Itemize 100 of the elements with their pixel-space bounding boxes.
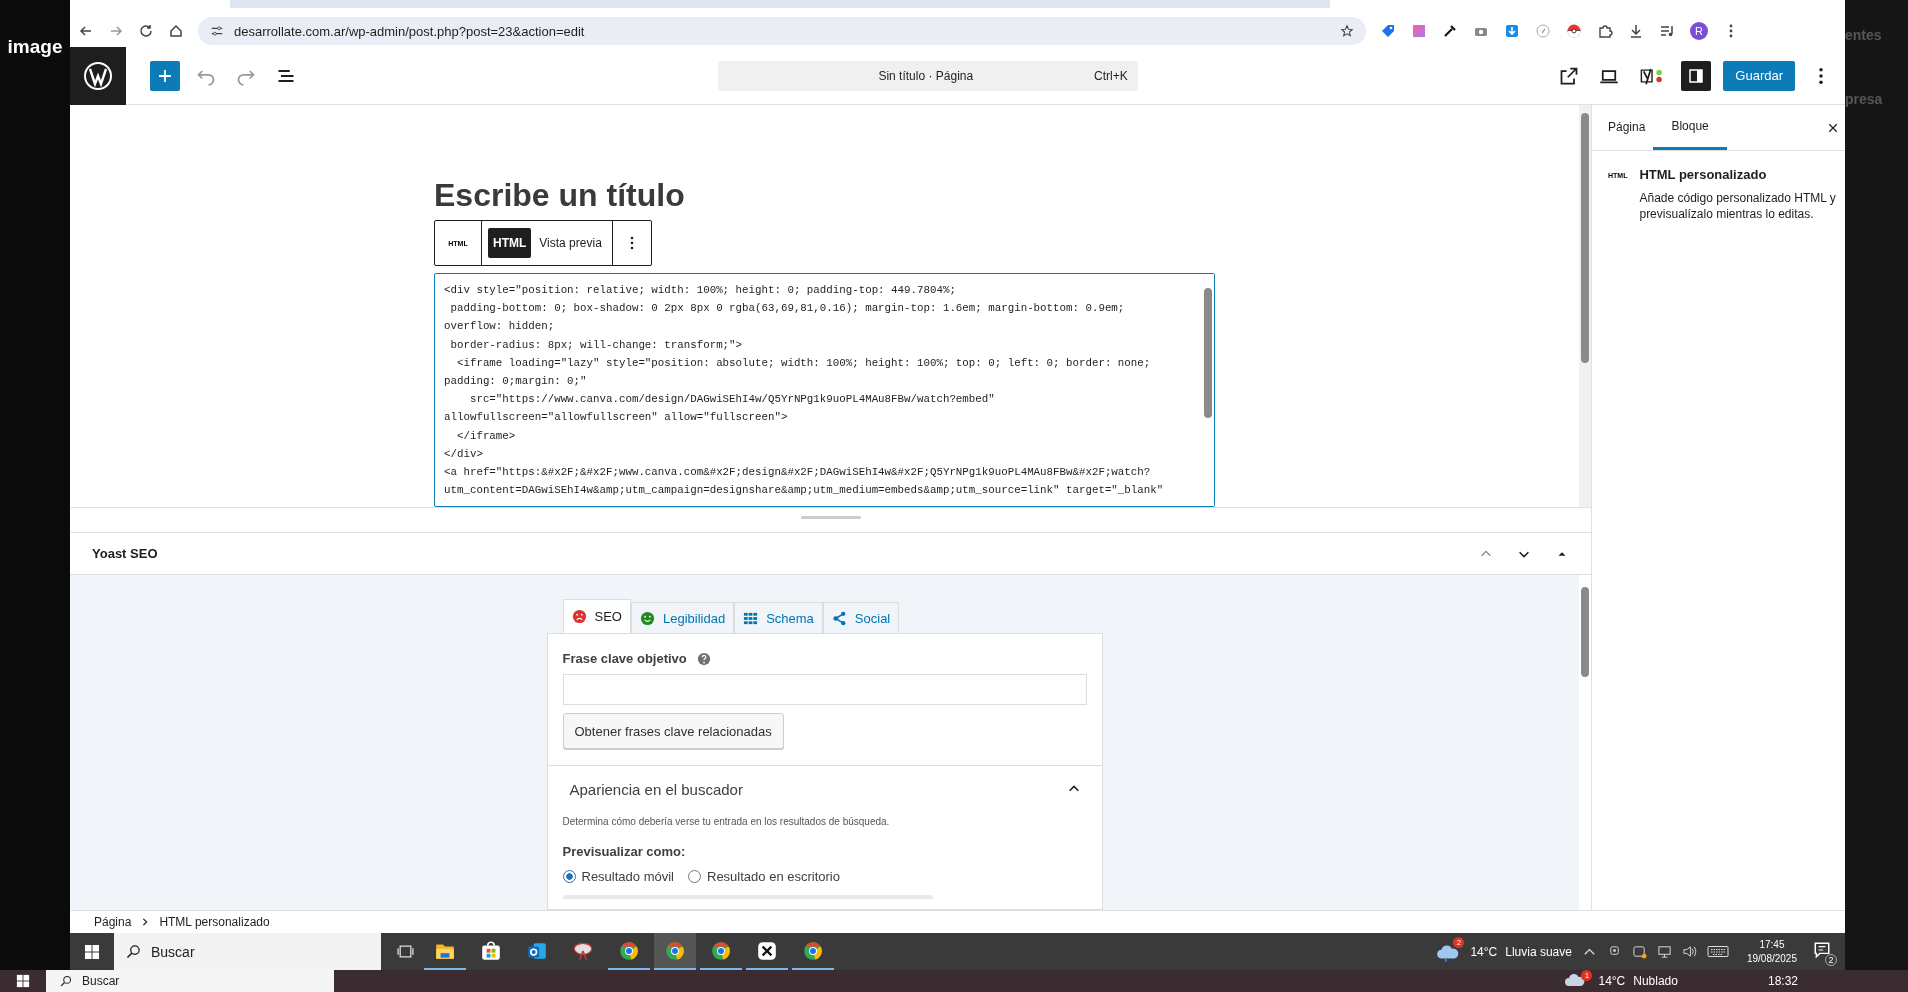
temperature-text: 14°C (1470, 944, 1498, 959)
clock-time[interactable]: 17:45 (1759, 939, 1785, 950)
code-line: allowfullscreen="allowfullscreen" allow="fullscreen"> (444, 410, 789, 426)
sidebar-tab[interactable]: Bloque (1653, 105, 1727, 150)
tag-icon[interactable] (1380, 23, 1396, 39)
panel-title: Yoast SEO (92, 546, 158, 561)
seo-tab[interactable]: Legibilidad (630, 602, 735, 633)
save-button[interactable]: Guardar (1723, 60, 1795, 91)
code-line: utm_content=DAGwiSEhI4w&amp;utm_campaign=designshare&amp;utm_medium=embeds&amp;utm_source=link" target="_blank" (444, 483, 1165, 499)
background-text: presa (1845, 91, 1884, 107)
media-queue-icon[interactable] (1659, 23, 1675, 39)
sidebar-tab[interactable]: Página (1600, 105, 1654, 150)
mode-tab[interactable]: HTML (488, 228, 532, 258)
share-icon (831, 610, 847, 626)
block-title: HTML personalizado (1639, 167, 1768, 182)
code-line: <div style="position: relative; width: 100%; height: 0; padding-top: 449.7804%; (444, 283, 957, 298)
field-label: Previsualizar como: (562, 844, 687, 859)
chevron-right-icon (141, 918, 150, 926)
background-label: image (7, 36, 63, 58)
app-tray-icon[interactable] (1631, 944, 1647, 959)
seo-tab[interactable]: Social (822, 602, 900, 633)
download-box-icon[interactable] (1504, 23, 1520, 39)
network-icon[interactable] (1656, 944, 1672, 959)
code-line: </iframe> (455, 428, 517, 444)
notification-badge: 2 (1453, 936, 1465, 948)
clock-date[interactable]: 19/08/2025 (1746, 953, 1797, 964)
eyedropper-icon[interactable] (1442, 23, 1458, 39)
download-icon[interactable] (1628, 23, 1644, 39)
reload-icon[interactable] (138, 23, 154, 39)
radio-option[interactable]: Resultado móvil (562, 869, 674, 884)
shopping-bag-icon (480, 939, 502, 962)
notification-icon[interactable] (1813, 940, 1831, 959)
star-icon[interactable] (1340, 24, 1354, 38)
scrollbar[interactable] (1202, 274, 1214, 506)
sidebar-icon (1688, 67, 1705, 84)
external-link-icon[interactable] (1559, 65, 1580, 86)
resize-handle[interactable] (800, 516, 861, 519)
cross-logo-icon (756, 939, 778, 962)
notification-count: 2 (1825, 953, 1837, 966)
speaker-icon[interactable] (1681, 944, 1697, 959)
clock-time[interactable]: 18:32 (1767, 974, 1798, 988)
keyphrase-field[interactable] (562, 674, 1087, 705)
title-field[interactable]: Escribe un título (434, 177, 1215, 213)
section-title: Apariencia en el buscador (569, 780, 744, 798)
code-line: <a href="https:&#x2F;&#x2F;www.canva.com&#x2F;design&#x2F;DAGwiSEhI4w&#x2F;Q5YrNPg1k9uoPL4MAu8FBw&#x2F;watch? (444, 465, 1152, 481)
weather-text: Lluvia suave (1505, 944, 1572, 959)
scrollbar[interactable] (1579, 575, 1591, 910)
weather-text: Nublado (1633, 974, 1678, 988)
temperature-text: 14°C (1598, 974, 1626, 988)
browser-icon (710, 939, 732, 962)
code-line: padding: 0;margin: 0;" (444, 374, 588, 389)
add-block-button[interactable] (150, 60, 180, 91)
mode-tab[interactable]: Vista previa (535, 228, 606, 258)
home-icon[interactable] (168, 23, 184, 39)
gradient-square-icon[interactable] (1411, 23, 1427, 39)
keyboard-icon[interactable] (1706, 944, 1729, 959)
close-icon[interactable] (1827, 121, 1839, 134)
smiley-icon (639, 610, 655, 626)
notification-badge: 1 (1581, 970, 1593, 981)
field-label: Frase clave objetivo (562, 651, 687, 666)
windows-logo-icon[interactable] (16, 974, 30, 988)
code-line: overflow: hidden; (444, 319, 556, 335)
ball-icon[interactable] (1566, 23, 1582, 39)
code-line: <iframe loading="lazy" style="position: absolute; width: 100%; height: 100%; top: 0; left: 0; border: none; (455, 355, 1152, 371)
browser-icon (618, 939, 640, 962)
sidebar-toggle-button[interactable] (1681, 60, 1712, 91)
wordpress-logo[interactable] (70, 46, 126, 105)
browser-icon (664, 939, 686, 962)
radio-button[interactable] (562, 870, 576, 883)
grid-icon (743, 610, 759, 626)
profile-avatar[interactable]: R (1690, 22, 1708, 40)
seo-tab[interactable]: Schema (734, 602, 823, 633)
command-bar[interactable]: Sin título · Página Ctrl+K (717, 60, 1138, 91)
browser-icon (802, 939, 824, 962)
section-description: Determina cómo debería verse tu entrada en los resultados de búsqueda. (562, 816, 891, 827)
address-bar[interactable]: desarrollate.com.ar/wp-admin/post.php?post=23&action=edit (198, 17, 1366, 45)
search-field[interactable]: Buscar (46, 970, 334, 992)
cloud-icon[interactable] (1564, 973, 1587, 987)
plus-icon (157, 67, 173, 84)
site-settings-icon[interactable] (210, 24, 224, 38)
search-icon (60, 975, 72, 987)
windows-logo-icon[interactable] (84, 943, 100, 960)
radio-label: Resultado móvil (581, 869, 674, 884)
search-field[interactable]: Buscar (114, 933, 381, 970)
background-text: entes (1845, 27, 1883, 43)
code-line: padding-bottom: 0; box-shadow: 0 2px 8px 0 rgba(63,69,81,0.16); margin-top: 1.6em; margin-bottom: 0.9em; (449, 301, 1126, 317)
block-description: Añade código personalizado HTML y previsualízalo mientras lo editas. (1639, 190, 1837, 222)
seo-tab[interactable]: SEO (562, 599, 631, 633)
task-view-icon[interactable] (397, 943, 414, 960)
code-line: src="https://www.canva.com/design/DAGwiSEhI4w/Q5YrNPg1k9uoPL4MAu8FBw/watch?embed" (468, 392, 996, 408)
sad-face-icon (571, 609, 587, 624)
breadcrumb-link[interactable]: Página (94, 915, 132, 929)
scrollbar[interactable] (1579, 105, 1591, 507)
related-keyphrases-button[interactable]: Obtener frases clave relacionadas (562, 713, 784, 749)
puzzle-icon[interactable] (1597, 23, 1613, 39)
radio-button[interactable] (688, 870, 701, 883)
html-code-field[interactable] (434, 273, 1215, 507)
breadcrumb-link[interactable]: HTML personalizado (159, 915, 270, 929)
help-icon[interactable] (696, 651, 711, 666)
code-line: border-radius: 8px; will-change: transform;"> (449, 337, 744, 353)
